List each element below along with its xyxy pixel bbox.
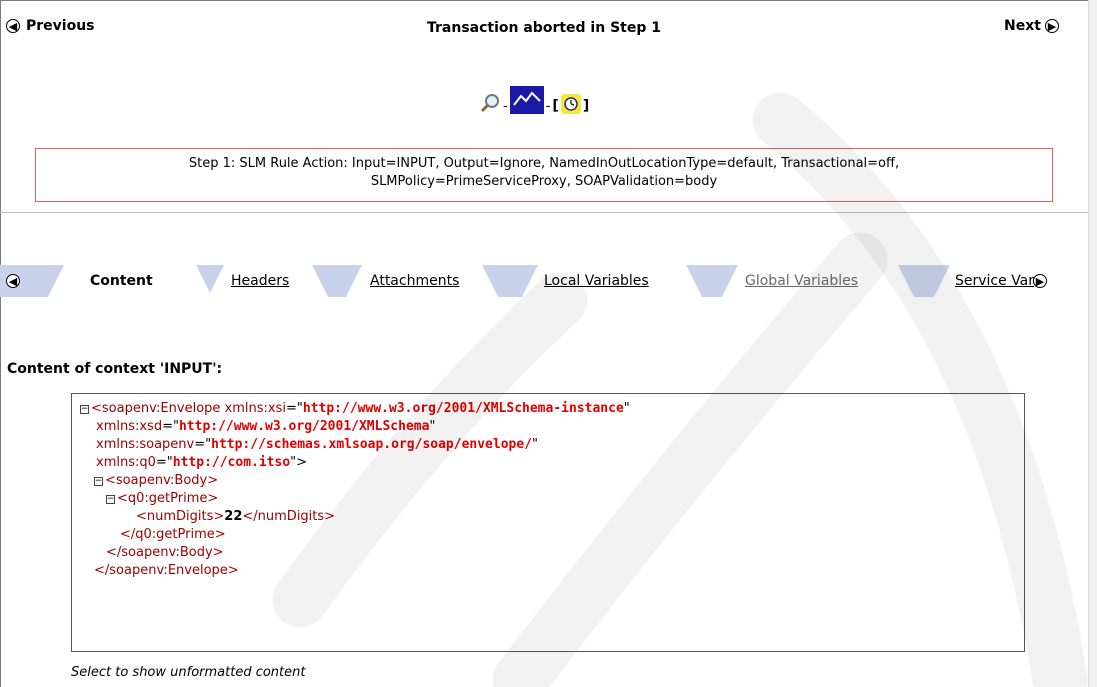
tab-content[interactable]: Content [90,273,153,289]
xml-attr-name: xmlns:q0 [96,455,156,470]
chart-icon[interactable] [509,86,544,114]
xml-line: <numDigits> 22 </numDigits> [80,508,1024,526]
xml-tag: <q0:getPrime> [117,491,219,506]
tab-attachments[interactable]: Attachments [370,273,459,289]
page-title: Transaction aborted in Step 1 [427,20,661,36]
xml-tag: <soapenv:Body> [105,473,219,488]
separator: - [503,99,508,114]
xml-attr-value: http://com.itso [172,455,291,470]
tab-strip: ◀ Content Headers Attachments Local Vari… [0,265,1088,297]
bracket-open: [ [552,98,559,114]
tab-headers[interactable]: Headers [231,273,289,289]
tab-service-variables[interactable]: Service Var [955,273,1034,289]
tabs-scroll-left-icon[interactable]: ◀ [6,274,20,288]
xml-line: − <q0:getPrime> [80,490,1024,508]
step-description-line-2: SLMPolicy=PrimeServiceProxy, SOAPValidat… [370,174,718,189]
magnifier-icon[interactable] [479,92,501,114]
xml-viewer: − <soapenv:Envelope xmlns:xsi =" http://www… [71,393,1025,652]
xml-attr-value: http://www.w3.org/2001/XMLSchema-instanc… [302,401,624,416]
xml-tag: <numDigits> [136,509,225,524]
xml-line: xmlns:q0 =" http://com.itso "> [96,455,308,470]
xml-tag: </numDigits> [242,509,336,524]
next-step-link[interactable]: Next ▶ [1004,18,1059,34]
tab-global-variables[interactable]: Global Variables [745,273,858,289]
xml-tag: </q0:getPrime> [120,527,226,542]
xml-line: xmlns:xsd =" http://www.w3.org/2001/XMLSch… [96,419,436,434]
collapse-envelope-icon[interactable]: − [80,404,89,414]
xml-attr-name: xmlns:xsd [96,419,163,434]
bracket-close: ] [582,98,590,114]
xml-attr-name: xmlns:xsi [224,401,286,416]
xml-tag: </soapenv:Envelope> [94,563,239,578]
xml-line: xmlns:soapenv =" http://schemas.xmlsoap.or… [96,437,539,452]
xml-line: − <soapenv:Body> [80,472,1024,490]
vertical-scrollbar[interactable] [1088,0,1097,687]
separator: - [545,99,551,114]
next-label: Next [1004,18,1041,34]
window-left-border [0,0,1,687]
tab-local-variables[interactable]: Local Variables [544,273,649,289]
tabs-scroll-right-icon[interactable]: ▶ [1033,274,1047,288]
xml-attr-value: http://www.w3.org/2001/XMLSchema [178,419,430,434]
xml-line: − <soapenv:Envelope xmlns:xsi =" http://www… [80,401,630,416]
collapse-getprime-icon[interactable]: − [106,494,115,504]
xml-text-value: 22 [224,509,243,524]
step-tools: - - [ ] [479,86,589,114]
xml-line: </soapenv:Body> [80,544,1024,562]
context-heading: Content of context 'INPUT': [7,361,223,377]
divider [0,212,1088,213]
window-top-border [0,0,1097,1]
xml-line: </q0:getPrime> [80,526,1024,544]
clock-icon[interactable] [560,94,581,114]
xml-attr-name: xmlns:soapenv [96,437,195,452]
collapse-body-icon[interactable]: − [94,476,103,486]
xml-attr-value: http://schemas.xmlsoap.org/soap/envelope… [211,437,533,452]
step-description-line-1: Step 1: SLM Rule Action: Input=INPUT, Ou… [188,156,900,171]
xml-tag: </soapenv:Body> [106,545,224,560]
xml-line: </soapenv:Envelope> [80,562,1024,580]
show-unformatted-link[interactable]: Select to show unformatted content [71,665,305,680]
arrow-right-icon: ▶ [1044,19,1059,33]
xml-tag: <soapenv:Envelope [91,401,221,416]
step-description-box: Step 1: SLM Rule Action: Input=INPUT, Ou… [35,148,1053,202]
